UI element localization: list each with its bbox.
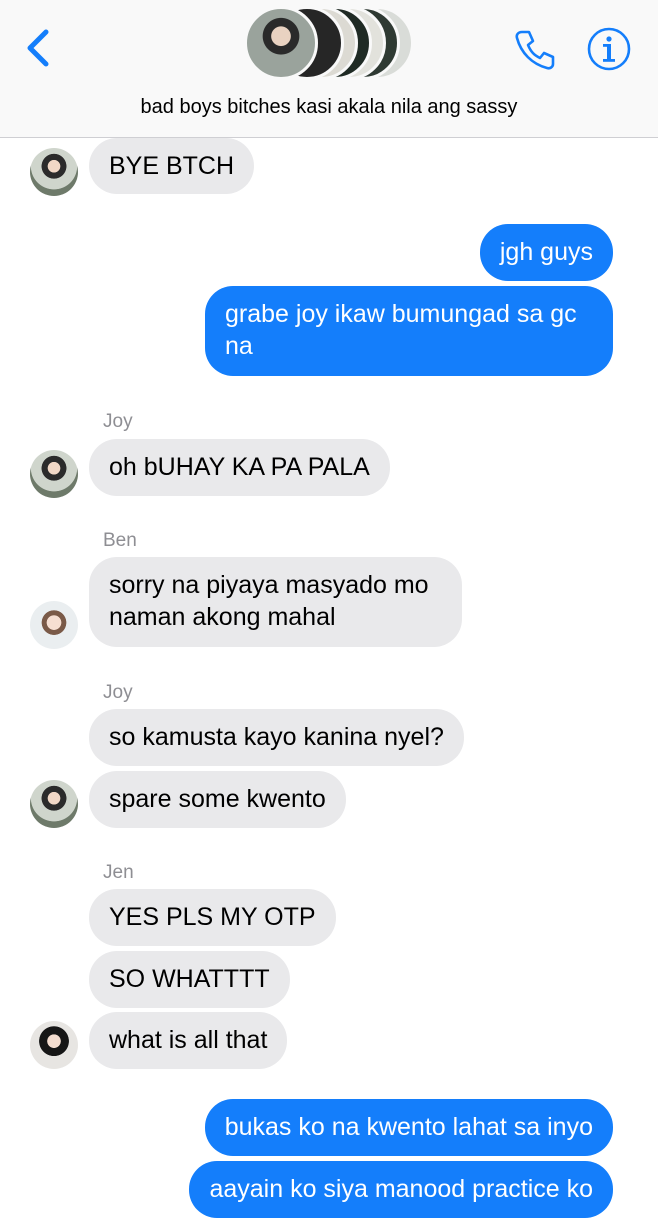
message-bubble[interactable]: aayain ko siya manood practice ko xyxy=(189,1161,613,1218)
sender-name: Jen xyxy=(103,862,134,883)
chat-header: bad boys bitches kasi akala nila ang sas… xyxy=(0,0,658,138)
info-icon[interactable] xyxy=(586,26,632,72)
sender-name: Joy xyxy=(103,682,133,703)
message-bubble[interactable]: what is all that xyxy=(89,1012,288,1069)
message-bubble[interactable]: so kamusta kayo kanina nyel? xyxy=(89,709,464,766)
message-bubble[interactable]: sorry na piyaya masyado mo naman akong m… xyxy=(89,557,462,647)
member-avatar xyxy=(244,6,318,80)
message-bubble[interactable]: jgh guys xyxy=(479,224,613,281)
chevron-left-icon[interactable] xyxy=(22,26,56,70)
avatar-ben[interactable] xyxy=(30,601,78,649)
message-bubble[interactable]: BYE BTCH xyxy=(89,138,255,194)
group-chat-title[interactable]: bad boys bitches kasi akala nila ang sas… xyxy=(0,96,658,119)
message-bubble[interactable]: oh bUHAY KA PA PALA xyxy=(89,439,390,496)
phone-icon[interactable] xyxy=(512,27,558,73)
sender-name: Joy xyxy=(103,411,133,432)
group-avatar-stack[interactable] xyxy=(244,6,414,82)
avatar-joy[interactable] xyxy=(30,148,78,196)
avatar-joy[interactable] xyxy=(30,780,78,828)
message-bubble[interactable]: YES PLS MY OTP xyxy=(89,889,336,946)
message-bubble[interactable]: spare some kwento xyxy=(89,771,346,828)
message-bubble[interactable]: grabe joy ikaw bumungad sa gc na xyxy=(205,286,613,376)
avatar-jen[interactable] xyxy=(30,1021,78,1069)
avatar-joy[interactable] xyxy=(30,450,78,498)
message-bubble[interactable]: bukas ko na kwento lahat sa inyo xyxy=(204,1099,613,1156)
sender-name: Ben xyxy=(103,530,137,551)
message-bubble[interactable]: SO WHATTTT xyxy=(89,951,290,1008)
